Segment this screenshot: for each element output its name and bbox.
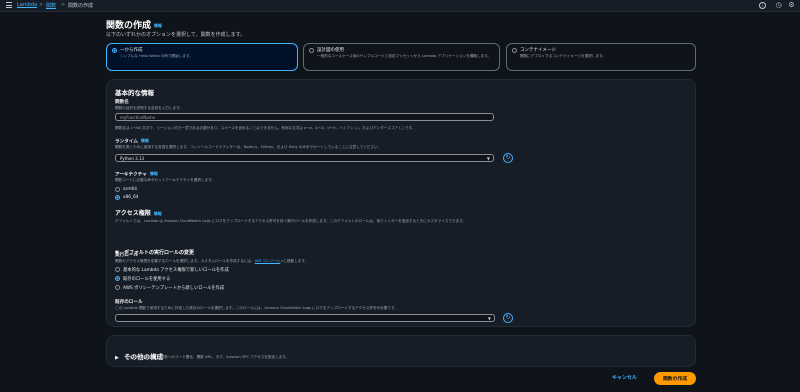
existing-role-desc: この Lambda 関数で使用するために作成した既存のロールを選択します。このロ… xyxy=(115,306,398,310)
page-title: 関数の作成 情報 xyxy=(106,18,162,31)
role-radio-existing[interactable] xyxy=(115,276,120,281)
info-link[interactable]: 情報 xyxy=(154,23,162,28)
exec-role-label: 実行ロール xyxy=(115,253,138,258)
other-config-panel[interactable]: ▶ その他の構成 追加設定を使用して、関数へのコード署名、関数 URL、タグ、A… xyxy=(106,335,696,367)
option-desc: シンプルな Hello World の例で開始します。 xyxy=(120,54,193,58)
role-radio-template[interactable] xyxy=(115,285,120,290)
function-name-hint: 関数名は 1～64 文字で、リージョン内で一意である必要があり、スペースを含める… xyxy=(115,126,416,130)
arch-option-label: arm64 xyxy=(123,187,137,192)
option-use-blueprint[interactable]: 設計図の使用 一般的なユースケース用のサンプルコードと設定プリセットから Lam… xyxy=(303,43,500,71)
radio-unselected[interactable] xyxy=(309,47,314,53)
option-desc: 一般的なユースケース用のサンプルコードと設定プリセットから Lambda アプリ… xyxy=(317,54,491,58)
exec-role-desc-end: に移動します。 xyxy=(283,259,309,263)
function-name-label: 関数名 xyxy=(115,100,129,105)
page-title-text: 関数の作成 xyxy=(106,21,152,31)
caret-down-icon: ▼ xyxy=(487,316,491,321)
option-desc: 関数にデプロイするコンテナイメージを選択します。 xyxy=(520,54,606,58)
permissions-heading: アクセス権限 情報 xyxy=(115,208,162,217)
runtime-label-text: ランタイム xyxy=(115,139,138,145)
role-radio-basic[interactable] xyxy=(115,267,120,272)
info-link[interactable]: 情報 xyxy=(150,171,158,176)
role-option-label: 既存のロールを使用する xyxy=(123,277,171,282)
create-function-button[interactable]: 関数の作成 xyxy=(654,372,696,385)
page-subtitle: 以下のいずれかのオプションを選択して、関数を作成します。 xyxy=(106,32,246,38)
chevron-right-icon: > xyxy=(61,2,66,8)
option-title: コンテナイメージ xyxy=(520,48,556,53)
function-name-desc: 関数の目的を説明する名前を入力します。 xyxy=(115,106,183,110)
info-link[interactable]: 情報 xyxy=(141,138,149,143)
radio-selected[interactable] xyxy=(112,47,117,53)
menu-icon[interactable] xyxy=(6,2,12,9)
settings-icon[interactable]: ⚙ xyxy=(788,2,795,9)
runtime-select[interactable]: Python 3.13 ▼ xyxy=(115,154,494,162)
top-navigation-bar: Lambda > 関数 > 関数の作成 i ◷ ⚙ xyxy=(0,0,800,12)
breadcrumb-current: 関数の作成 xyxy=(68,3,94,9)
chevron-right-icon: > xyxy=(39,2,44,8)
arch-radio-arm64[interactable] xyxy=(115,187,120,192)
option-title: 設計図の使用 xyxy=(317,48,344,53)
cancel-button[interactable]: キャンセル xyxy=(612,374,637,381)
function-name-input[interactable]: myFunctionName xyxy=(115,113,494,121)
runtime-desc: 関数を書くために使用する言語を選択します。コンソールコードエディターは、Node… xyxy=(115,145,382,149)
breadcrumb-lambda[interactable]: Lambda xyxy=(17,2,37,8)
section-heading: 基本的な情報 xyxy=(115,89,154,97)
runtime-label: ランタイム 情報 xyxy=(115,138,149,145)
arch-radio-x86[interactable] xyxy=(115,195,120,200)
option-title: 一から作成 xyxy=(120,48,143,53)
iam-console-link[interactable]: IAM コンソール xyxy=(255,259,281,263)
refresh-icon[interactable]: ↻ xyxy=(503,313,513,323)
radio-unselected[interactable] xyxy=(512,47,517,53)
info-link[interactable]: 情報 xyxy=(154,211,162,216)
existing-role-label: 既存のロール xyxy=(115,300,143,305)
caret-right-icon: ▶ xyxy=(115,355,119,361)
other-config-desc: 追加設定を使用して、関数へのコード署名、関数 URL、タグ、Amazon VPC… xyxy=(125,355,290,359)
permissions-heading-text: アクセス権限 xyxy=(115,210,151,217)
refresh-icon[interactable]: ↻ xyxy=(503,153,513,163)
exec-role-desc-text: 関数のアクセス権限を定義するロールを選択します。カスタムロールを作成するには、 xyxy=(115,259,255,263)
permissions-desc: デフォルトでは、Lambda は Amazon CloudWatch Logs … xyxy=(115,219,466,223)
option-container-image[interactable]: コンテナイメージ 関数にデプロイするコンテナイメージを選択します。 xyxy=(506,43,696,71)
basic-info-panel: 基本的な情報 関数名 関数の目的を説明する名前を入力します。 myFunctio… xyxy=(106,79,696,327)
role-option-label: AWS ポリシーテンプレートから新しいロールを作成 xyxy=(123,286,225,291)
role-option-label: 基本的な Lambda アクセス権限で新しいロールを作成 xyxy=(123,268,229,273)
architecture-desc: 関数コードに必要な命令セットアーキテクチャを選択します。 xyxy=(115,178,216,182)
architecture-label: アーキテクチャ 情報 xyxy=(115,171,158,178)
other-config-toggle[interactable]: ▶ その他の構成 xyxy=(115,344,163,363)
option-author-from-scratch[interactable]: 一から作成 シンプルな Hello World の例で開始します。 xyxy=(106,43,298,71)
breadcrumb-functions[interactable]: 関数 xyxy=(46,2,56,9)
arch-option-label: x86_64 xyxy=(123,195,139,200)
existing-role-select[interactable]: ▼ xyxy=(115,314,495,322)
info-icon[interactable]: i xyxy=(759,2,766,9)
runtime-value: Python 3.13 xyxy=(120,156,145,161)
exec-role-desc: 関数のアクセス権限を定義するロールを選択します。カスタムロールを作成するには、I… xyxy=(115,259,308,264)
clock-icon[interactable]: ◷ xyxy=(775,2,782,9)
architecture-label-text: アーキテクチャ xyxy=(115,172,147,178)
caret-down-icon: ▼ xyxy=(486,156,490,161)
